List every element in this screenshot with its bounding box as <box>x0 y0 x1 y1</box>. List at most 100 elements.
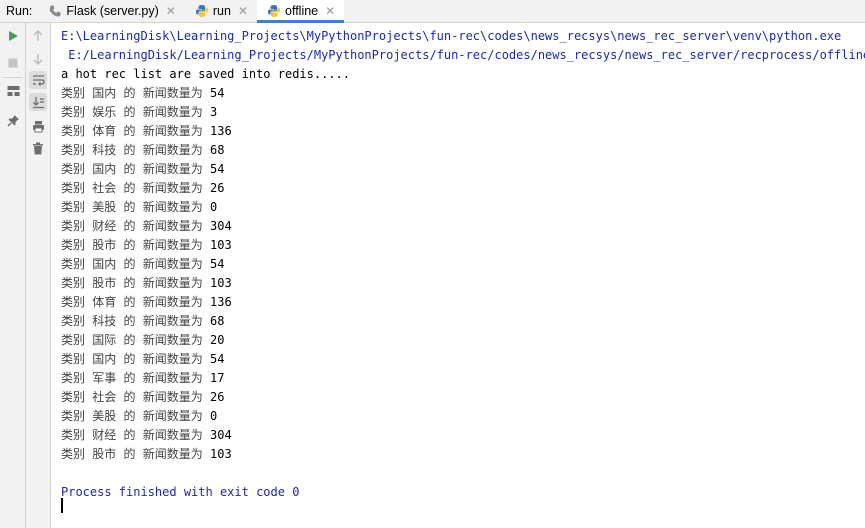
console-line: 类别 美股 的 新闻数量为 0 <box>61 407 865 426</box>
category-name: 股市 <box>92 447 117 461</box>
console-line: 类别 科技 的 新闻数量为 68 <box>61 312 865 331</box>
close-icon[interactable]: ✕ <box>166 4 176 18</box>
category-mid: 的 <box>123 276 136 290</box>
category-name: 财经 <box>92 219 117 233</box>
category-mid: 的 <box>123 352 136 366</box>
category-prefix: 类别 <box>61 124 86 138</box>
console-line: 类别 社会 的 新闻数量为 26 <box>61 388 865 407</box>
category-prefix: 类别 <box>61 257 86 271</box>
close-icon[interactable]: ✕ <box>238 4 248 18</box>
category-name: 社会 <box>92 181 117 195</box>
category-prefix: 类别 <box>61 314 86 328</box>
category-prefix: 类别 <box>61 200 86 214</box>
category-mid: 的 <box>123 257 136 271</box>
category-suffix: 新闻数量为 <box>142 105 203 119</box>
python-icon <box>195 4 209 18</box>
pin-icon[interactable] <box>4 111 22 129</box>
category-name: 财经 <box>92 428 117 442</box>
category-suffix: 新闻数量为 <box>142 409 203 423</box>
info-line: a hot rec list are saved into redis..... <box>61 67 350 81</box>
category-prefix: 类别 <box>61 371 86 385</box>
console-line: 类别 国内 的 新闻数量为 54 <box>61 350 865 369</box>
news-count: 26 <box>210 181 225 195</box>
category-suffix: 新闻数量为 <box>142 200 203 214</box>
category-mid: 的 <box>123 333 136 347</box>
category-name: 军事 <box>92 371 117 385</box>
category-suffix: 新闻数量为 <box>142 86 203 100</box>
scroll-to-end-icon[interactable] <box>29 93 47 111</box>
console-output[interactable]: E:\LearningDisk\Learning_Projects\MyPyth… <box>52 23 865 528</box>
category-suffix: 新闻数量为 <box>142 352 203 366</box>
category-prefix: 类别 <box>61 409 86 423</box>
arrow-up-icon[interactable] <box>29 27 47 45</box>
category-mid: 的 <box>123 238 136 252</box>
category-name: 科技 <box>92 314 117 328</box>
category-name: 股市 <box>92 238 117 252</box>
category-prefix: 类别 <box>61 390 86 404</box>
category-mid: 的 <box>123 371 136 385</box>
category-prefix: 类别 <box>61 295 86 309</box>
print-icon[interactable] <box>29 117 47 135</box>
category-count-list: 类别 国内 的 新闻数量为 54 类别 娱乐 的 新闻数量为 3 类别 体育 的 新… <box>61 84 865 464</box>
rerun-play-icon[interactable] <box>4 27 22 45</box>
category-mid: 的 <box>123 200 136 214</box>
console-line: 类别 社会 的 新闻数量为 26 <box>61 179 865 198</box>
category-name: 国内 <box>92 162 117 176</box>
news-count: 304 <box>210 428 232 442</box>
tab-offline[interactable]: offline ✕ <box>257 0 345 23</box>
soft-wrap-icon[interactable] <box>29 71 47 89</box>
tab-label: Flask (server.py) <box>66 4 159 18</box>
console-line: 类别 娱乐 的 新闻数量为 3 <box>61 103 865 122</box>
category-suffix: 新闻数量为 <box>142 371 203 385</box>
category-prefix: 类别 <box>61 333 86 347</box>
console-line: 类别 股市 的 新闻数量为 103 <box>61 274 865 293</box>
news-count: 103 <box>210 238 232 252</box>
console-line: 类别 军事 的 新闻数量为 17 <box>61 369 865 388</box>
news-count: 304 <box>210 219 232 233</box>
arrow-down-icon[interactable] <box>29 50 47 68</box>
category-prefix: 类别 <box>61 181 86 195</box>
command-line-script: E:/LearningDisk/Learning_Projects/MyPyth… <box>61 48 865 62</box>
tab-run[interactable]: run ✕ <box>185 0 257 22</box>
category-prefix: 类别 <box>61 447 86 461</box>
console-line: 类别 国内 的 新闻数量为 54 <box>61 160 865 179</box>
category-mid: 的 <box>123 409 136 423</box>
tab-flask-server[interactable]: Flask (server.py) ✕ <box>38 0 184 22</box>
category-suffix: 新闻数量为 <box>142 124 203 138</box>
category-mid: 的 <box>123 86 136 100</box>
category-suffix: 新闻数量为 <box>142 162 203 176</box>
stop-icon[interactable] <box>4 54 22 72</box>
trash-icon[interactable] <box>29 139 47 157</box>
console-line: 类别 美股 的 新闻数量为 0 <box>61 198 865 217</box>
tab-label: run <box>212 4 231 18</box>
category-mid: 的 <box>123 447 136 461</box>
run-tool-window-tabbar: Run: Flask (server.py) ✕ run ✕ offline ✕ <box>0 0 865 23</box>
console-line: 类别 股市 的 新闻数量为 103 <box>61 236 865 255</box>
category-suffix: 新闻数量为 <box>142 143 203 157</box>
category-suffix: 新闻数量为 <box>142 219 203 233</box>
news-count: 54 <box>210 86 225 100</box>
category-mid: 的 <box>123 428 136 442</box>
category-mid: 的 <box>123 295 136 309</box>
category-suffix: 新闻数量为 <box>142 238 203 252</box>
category-mid: 的 <box>123 124 136 138</box>
category-suffix: 新闻数量为 <box>142 295 203 309</box>
layout-icon[interactable] <box>4 82 22 100</box>
category-mid: 的 <box>123 105 136 119</box>
console-line: 类别 体育 的 新闻数量为 136 <box>61 122 865 141</box>
category-name: 娱乐 <box>92 105 117 119</box>
category-name: 科技 <box>92 143 117 157</box>
category-mid: 的 <box>123 219 136 233</box>
news-count: 68 <box>210 314 225 328</box>
run-label: Run: <box>6 4 33 18</box>
category-prefix: 类别 <box>61 276 86 290</box>
console-line: 类别 财经 的 新闻数量为 304 <box>61 217 865 236</box>
category-prefix: 类别 <box>61 352 86 366</box>
close-icon[interactable]: ✕ <box>325 4 335 18</box>
news-count: 54 <box>210 352 225 366</box>
news-count: 3 <box>210 105 218 119</box>
news-count: 20 <box>210 333 225 347</box>
tab-label: offline <box>285 4 319 18</box>
category-mid: 的 <box>123 143 136 157</box>
category-suffix: 新闻数量为 <box>142 257 203 271</box>
